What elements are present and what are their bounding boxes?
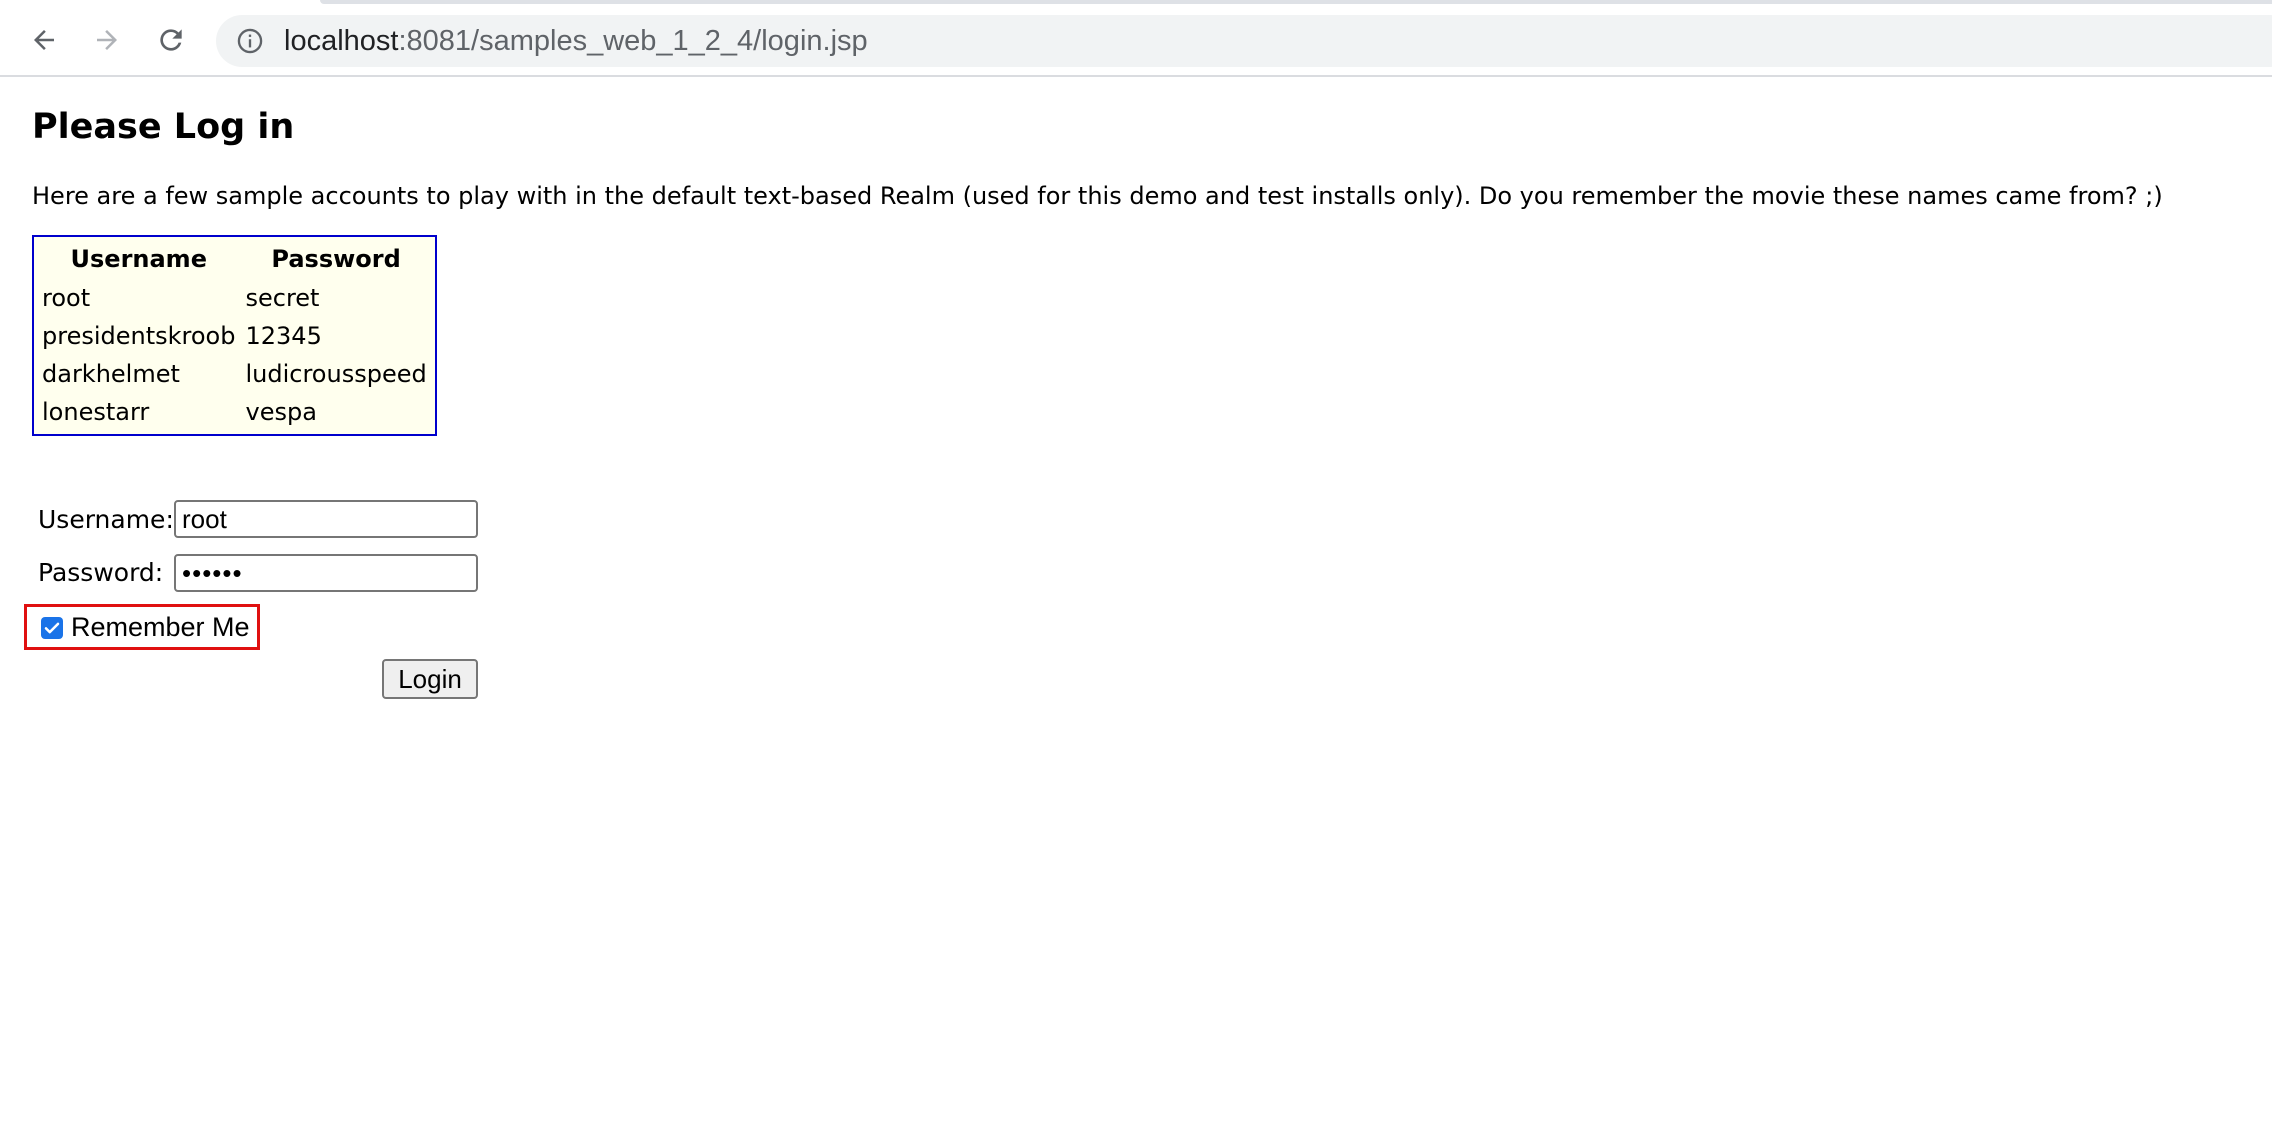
reload-button[interactable]	[149, 18, 193, 62]
page-title: Please Log in	[32, 107, 295, 147]
arrow-left-icon	[34, 30, 54, 50]
column-header-username: Username	[70, 245, 207, 273]
forward-button[interactable]	[85, 18, 129, 62]
remember-me-checkbox[interactable]	[41, 617, 63, 639]
reload-icon	[160, 29, 182, 51]
password-cell: vespa	[245, 398, 317, 426]
sample-accounts-table: Username Password root secret presidents…	[32, 235, 437, 436]
password-label: Password:	[38, 558, 164, 587]
username-cell: root	[42, 284, 91, 312]
info-icon[interactable]	[236, 27, 264, 55]
url-path: :8081/samples_web_1_2_4/login.jsp	[398, 25, 868, 57]
table-header-row: Username Password	[38, 242, 431, 278]
username-input[interactable]	[174, 500, 478, 538]
username-cell: lonestarr	[42, 398, 150, 426]
back-button[interactable]	[22, 18, 66, 62]
arrow-right-icon	[97, 30, 117, 50]
password-cell: 12345	[245, 322, 322, 350]
tab-strip	[320, 0, 2272, 4]
login-button[interactable]: Login	[382, 659, 478, 699]
checkmark-icon	[44, 622, 60, 634]
address-bar[interactable]: localhost:8081/samples_web_1_2_4/login.j…	[216, 15, 2272, 67]
table-row: darkhelmet ludicrousspeed	[38, 356, 431, 392]
password-input[interactable]	[174, 554, 478, 592]
browser-toolbar: localhost:8081/samples_web_1_2_4/login.j…	[0, 0, 2272, 77]
table-row: root secret	[38, 280, 431, 316]
column-header-password: Password	[271, 245, 401, 273]
url-host: localhost	[284, 25, 399, 57]
url-text[interactable]: localhost:8081/samples_web_1_2_4/login.j…	[284, 15, 868, 67]
username-cell: presidentskroob	[42, 322, 236, 350]
table-row: presidentskroob 12345	[38, 318, 431, 354]
remember-me-label[interactable]: Remember Me	[71, 612, 250, 643]
table-row: lonestarr vespa	[38, 394, 431, 430]
password-cell: secret	[245, 284, 320, 312]
username-cell: darkhelmet	[42, 360, 180, 388]
remember-me-highlight[interactable]: Remember Me	[24, 604, 260, 650]
username-label: Username:	[38, 505, 174, 534]
password-cell: ludicrousspeed	[245, 360, 427, 388]
intro-text: Here are a few sample accounts to play w…	[32, 182, 2163, 210]
